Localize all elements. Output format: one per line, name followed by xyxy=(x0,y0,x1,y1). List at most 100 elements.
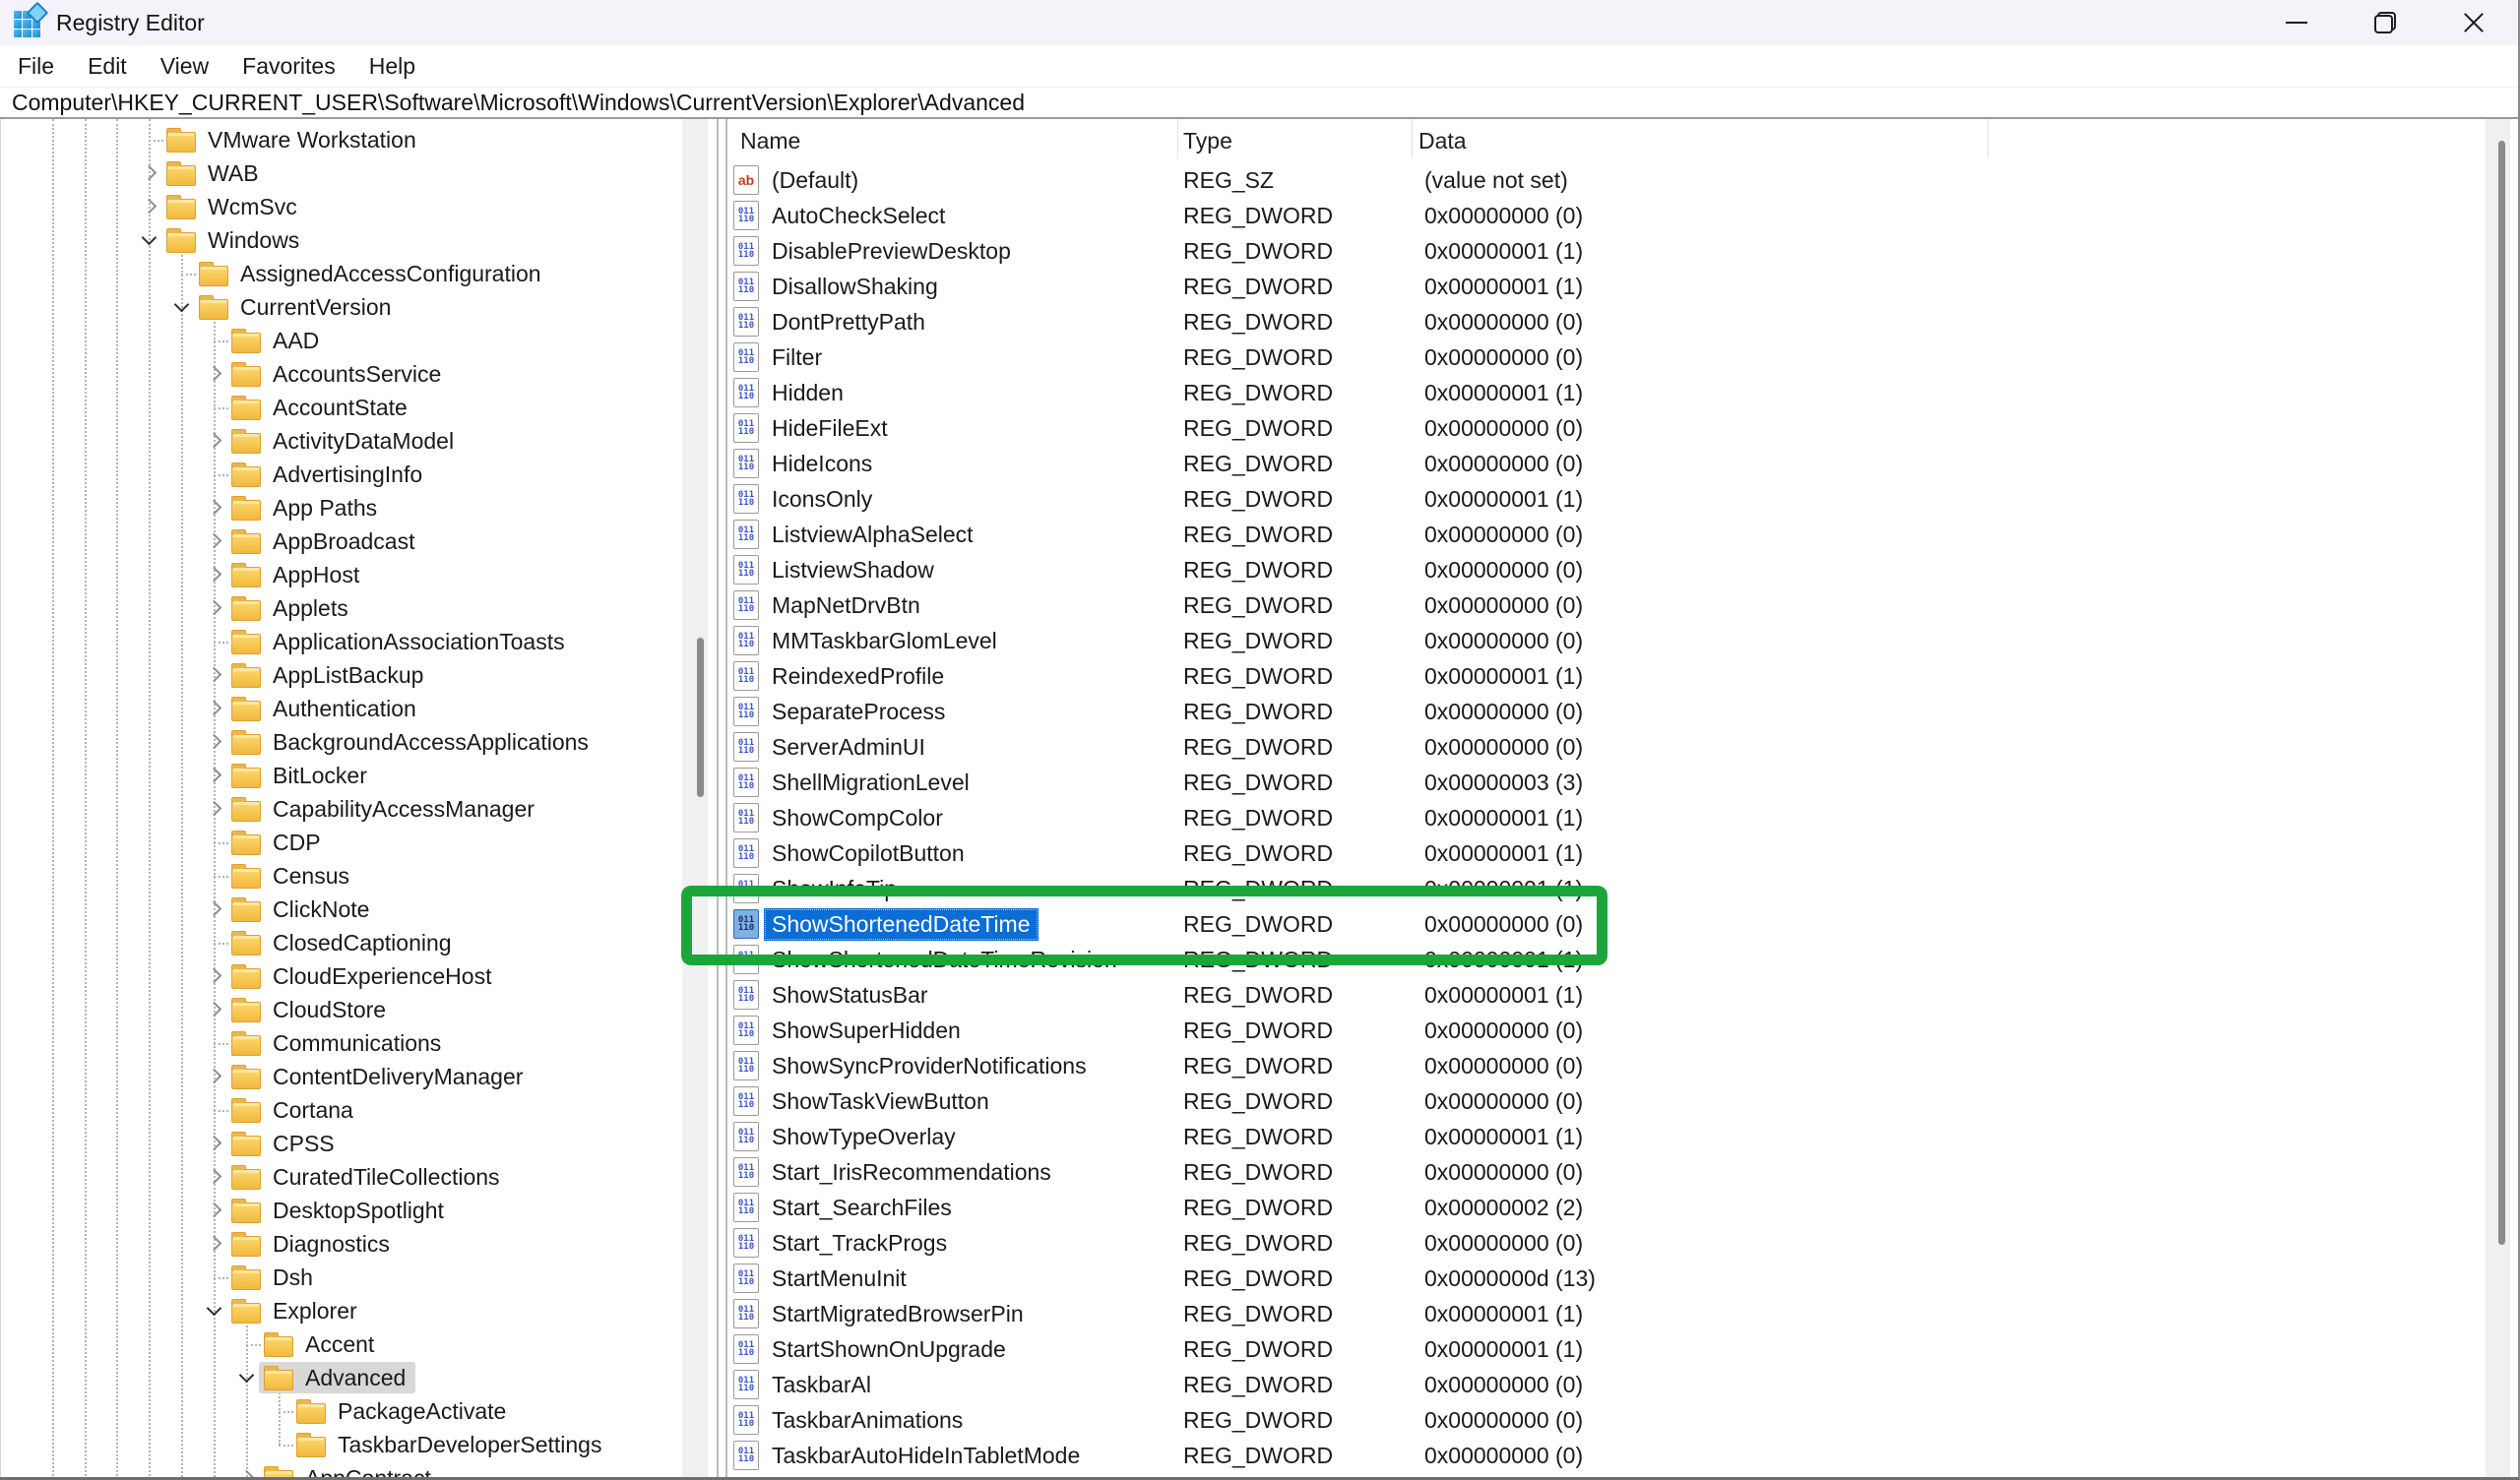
tree-item-applicationassociationtoasts[interactable]: ApplicationAssociationToasts xyxy=(1,625,720,658)
registry-value-row-serveradminui[interactable]: 011 110 ServerAdminUI REG_DWORD 0x00000000 (… xyxy=(727,729,2518,765)
tree-item-content[interactable]: CapabilityAccessManager xyxy=(226,793,544,825)
chevron-right-icon[interactable] xyxy=(206,532,222,549)
value-name[interactable]: SeparateProcess xyxy=(764,696,953,728)
tree-item-content[interactable]: CPSS xyxy=(226,1128,345,1159)
tree-item-bitlocker[interactable]: BitLocker xyxy=(1,759,720,792)
column-separator[interactable] xyxy=(1412,119,1413,158)
value-name[interactable]: (Default) xyxy=(764,164,866,197)
registry-value-row-showtaskviewbutton[interactable]: 011 110 ShowTaskViewButton REG_DWORD 0x00000… xyxy=(727,1083,2518,1119)
tree-item-content[interactable]: ActivityDataModel xyxy=(226,425,464,457)
tree-item-content[interactable]: Authentication xyxy=(226,693,426,724)
tree-item-content[interactable]: ClosedCaptioning xyxy=(226,927,462,958)
chevron-right-icon[interactable] xyxy=(206,1001,222,1018)
tree-item-dsh[interactable]: Dsh xyxy=(1,1261,720,1294)
tree-item-appcontract[interactable]: AppContract xyxy=(1,1461,720,1477)
value-name[interactable]: ServerAdminUI xyxy=(764,731,933,764)
value-name[interactable]: ShowStatusBar xyxy=(764,979,936,1012)
registry-value-row-filter[interactable]: 011 110 Filter REG_DWORD 0x00000000 (0) xyxy=(727,339,2518,375)
registry-value-row-hidden[interactable]: 011 110 Hidden REG_DWORD 0x00000001 (1) xyxy=(727,375,2518,410)
value-name[interactable]: HideFileExt xyxy=(764,412,896,445)
tree-item-content[interactable]: App Paths xyxy=(226,492,387,524)
value-name[interactable]: DisablePreviewDesktop xyxy=(764,235,1019,268)
registry-value-row-showcopilotbutton[interactable]: 011 110 ShowCopilotButton REG_DWORD 0x000000… xyxy=(727,835,2518,871)
chevron-right-icon[interactable] xyxy=(206,800,222,817)
registry-value-row-showsyncprovidernotifications[interactable]: 011 110 ShowSyncProviderNotifications REG_D… xyxy=(727,1048,2518,1083)
chevron-right-icon[interactable] xyxy=(206,700,222,716)
chevron-down-icon[interactable] xyxy=(206,1300,222,1317)
chevron-right-icon[interactable] xyxy=(206,566,222,583)
tree-item-curatedtilecollections[interactable]: CuratedTileCollections xyxy=(1,1160,720,1194)
registry-value-row-start-irisrecommendations[interactable]: 011 110 Start_IrisRecommendations REG_DWORD… xyxy=(727,1154,2518,1190)
tree-item-wab[interactable]: WAB xyxy=(1,156,720,190)
value-name[interactable]: ShowCompColor xyxy=(764,802,951,834)
tree-item-content[interactable]: BitLocker xyxy=(226,760,377,791)
tree-item-content[interactable]: AAD xyxy=(226,325,329,356)
value-name[interactable]: HideIcons xyxy=(764,448,880,480)
list-scrollbar-thumb[interactable] xyxy=(2498,141,2505,1245)
tree-item-windows[interactable]: Windows xyxy=(1,223,720,257)
registry-value-row-showstatusbar[interactable]: 011 110 ShowStatusBar REG_DWORD 0x00000001 (… xyxy=(727,977,2518,1013)
tree-item-content[interactable]: AppListBackup xyxy=(226,659,433,691)
tree-item-content[interactable]: Applets xyxy=(226,592,358,624)
tree-item-cdp[interactable]: CDP xyxy=(1,826,720,859)
chevron-right-icon[interactable] xyxy=(206,767,222,783)
registry-value-row-start-searchfiles[interactable]: 011 110 Start_SearchFiles REG_DWORD 0x000000… xyxy=(727,1190,2518,1225)
tree-item-app-paths[interactable]: App Paths xyxy=(1,491,720,524)
registry-value-row-hidefileext[interactable]: 011 110 HideFileExt REG_DWORD 0x00000000 (0) xyxy=(727,410,2518,446)
tree-scrollbar-thumb[interactable] xyxy=(697,638,704,797)
value-name[interactable]: ShowTypeOverlay xyxy=(764,1121,964,1153)
value-name[interactable]: TaskbarAnimations xyxy=(764,1404,971,1437)
tree-item-currentversion[interactable]: CurrentVersion xyxy=(1,290,720,324)
tree-item-packageactivate[interactable]: PackageActivate xyxy=(1,1394,720,1428)
registry-value-row-listviewshadow[interactable]: 011 110 ListviewShadow REG_DWORD 0x00000000 … xyxy=(727,552,2518,587)
tree-item-advanced[interactable]: Advanced xyxy=(1,1361,720,1394)
value-name[interactable]: DisallowShaking xyxy=(764,271,946,303)
tree-item-content[interactable]: TaskbarDeveloperSettings xyxy=(291,1429,611,1460)
chevron-right-icon[interactable] xyxy=(206,733,222,750)
tree-item-applets[interactable]: Applets xyxy=(1,591,720,625)
chevron-right-icon[interactable] xyxy=(206,666,222,683)
tree-item-content[interactable]: Communications xyxy=(226,1027,451,1059)
menu-file[interactable]: File xyxy=(0,53,71,80)
tree-item-content[interactable]: VMware Workstation xyxy=(161,124,426,155)
tree-item-content[interactable]: CloudStore xyxy=(226,994,396,1025)
chevron-right-icon[interactable] xyxy=(206,1135,222,1151)
tree-item-content[interactable]: AdvertisingInfo xyxy=(226,459,432,490)
value-name[interactable]: ReindexedProfile xyxy=(764,660,952,693)
chevron-right-icon[interactable] xyxy=(206,432,222,449)
tree-item-wcmsvc[interactable]: WcmSvc xyxy=(1,190,720,223)
menu-help[interactable]: Help xyxy=(352,53,432,80)
value-name[interactable]: Hidden xyxy=(764,377,851,409)
tree-item-closedcaptioning[interactable]: ClosedCaptioning xyxy=(1,926,720,959)
tree-item-cpss[interactable]: CPSS xyxy=(1,1127,720,1160)
chevron-right-icon[interactable] xyxy=(206,1202,222,1218)
tree-item-content[interactable]: Windows xyxy=(161,224,309,256)
chevron-down-icon[interactable] xyxy=(238,1367,255,1384)
tree-item-content[interactable]: Dsh xyxy=(226,1262,323,1293)
tree-item-cloudstore[interactable]: CloudStore xyxy=(1,993,720,1026)
tree-item-content[interactable]: AssignedAccessConfiguration xyxy=(194,258,551,289)
value-name[interactable]: IconsOnly xyxy=(764,483,880,516)
tree-item-vmware-workstation[interactable]: VMware Workstation xyxy=(1,123,720,156)
value-name[interactable]: ShowSyncProviderNotifications xyxy=(764,1050,1095,1082)
minimize-button[interactable] xyxy=(2252,0,2341,45)
chevron-down-icon[interactable] xyxy=(173,296,190,313)
registry-value-row-separateprocess[interactable]: 011 110 SeparateProcess REG_DWORD 0x00000000… xyxy=(727,694,2518,729)
tree-item-capabilityaccessmanager[interactable]: CapabilityAccessManager xyxy=(1,792,720,826)
address-bar[interactable]: Computer\HKEY_CURRENT_USER\Software\Micr… xyxy=(0,87,2518,119)
menu-edit[interactable]: Edit xyxy=(71,53,144,80)
tree-item-content[interactable]: CuratedTileCollections xyxy=(226,1161,510,1193)
value-name[interactable]: MMTaskbarGlomLevel xyxy=(764,625,1005,657)
registry-value-row-autocheckselect[interactable]: 011 110 AutoCheckSelect REG_DWORD 0x00000000… xyxy=(727,198,2518,233)
tree-item-content[interactable]: CurrentVersion xyxy=(194,291,401,323)
chevron-right-icon[interactable] xyxy=(141,164,158,181)
tree-item-backgroundaccessapplications[interactable]: BackgroundAccessApplications xyxy=(1,725,720,759)
tree-item-content[interactable]: AppContract xyxy=(259,1462,441,1477)
value-name[interactable]: Start_TrackProgs xyxy=(764,1227,955,1260)
tree-item-content[interactable]: Diagnostics xyxy=(226,1228,400,1260)
tree-item-taskbardevelopersettings[interactable]: TaskbarDeveloperSettings xyxy=(1,1428,720,1461)
registry-value-row-taskbaral[interactable]: 011 110 TaskbarAl REG_DWORD 0x00000000 (0) xyxy=(727,1367,2518,1402)
value-name[interactable]: TaskbarAl xyxy=(764,1369,879,1401)
menu-favorites[interactable]: Favorites xyxy=(225,53,352,80)
column-header-name[interactable]: Name xyxy=(740,128,800,154)
